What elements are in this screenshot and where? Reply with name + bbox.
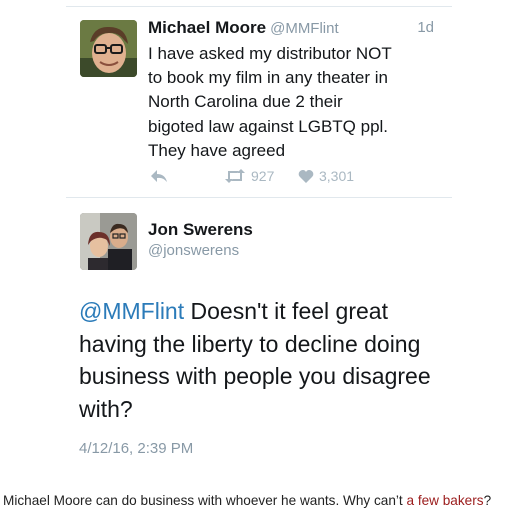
- retweet-icon: [224, 168, 246, 184]
- divider-top: [66, 6, 452, 7]
- tweet2-text: @MMFlint Doesn't it feel great having th…: [79, 295, 451, 425]
- like-button[interactable]: 3,301: [298, 166, 354, 186]
- avatar-michael-moore[interactable]: [80, 20, 137, 77]
- tweet1-author-name[interactable]: Michael Moore: [148, 18, 266, 37]
- mention-link[interactable]: @MMFlint: [79, 298, 184, 324]
- tweet1-author-handle[interactable]: @MMFlint: [270, 20, 339, 37]
- tweet1-header: Michael Moore @MMFlint 1d: [148, 18, 438, 40]
- tweet2-timestamp[interactable]: 4/12/16, 2:39 PM: [79, 440, 193, 457]
- tweet1-timestamp[interactable]: 1d: [417, 19, 434, 36]
- image-caption: Michael Moore can do business with whoev…: [3, 493, 513, 508]
- reply-icon: [150, 168, 168, 184]
- avatar-jon-swerens[interactable]: [80, 213, 137, 270]
- heart-icon: [298, 169, 314, 184]
- caption-end: ?: [483, 493, 492, 508]
- tweet2-author-handle[interactable]: @jonswerens: [148, 242, 438, 259]
- caption-link[interactable]: a few bakers: [406, 493, 483, 508]
- tweet2-author-name[interactable]: Jon Swerens: [148, 220, 438, 240]
- divider-middle: [66, 197, 452, 198]
- tweet1-text: I have asked my distributor NOT to book …: [148, 44, 392, 160]
- reply-button[interactable]: [150, 166, 168, 186]
- retweet-button[interactable]: 927: [224, 166, 274, 186]
- caption-text: Michael Moore can do business with whoev…: [3, 493, 407, 508]
- tweet-screenshot: Michael Moore @MMFlint 1d I have asked my…: [66, 0, 452, 476]
- like-count: 3,301: [319, 168, 355, 184]
- tweet2-header: Jon Swerens @jonswerens: [148, 220, 438, 259]
- retweet-count: 927: [251, 168, 275, 184]
- tweet1-actions: 927 3,301: [150, 166, 410, 186]
